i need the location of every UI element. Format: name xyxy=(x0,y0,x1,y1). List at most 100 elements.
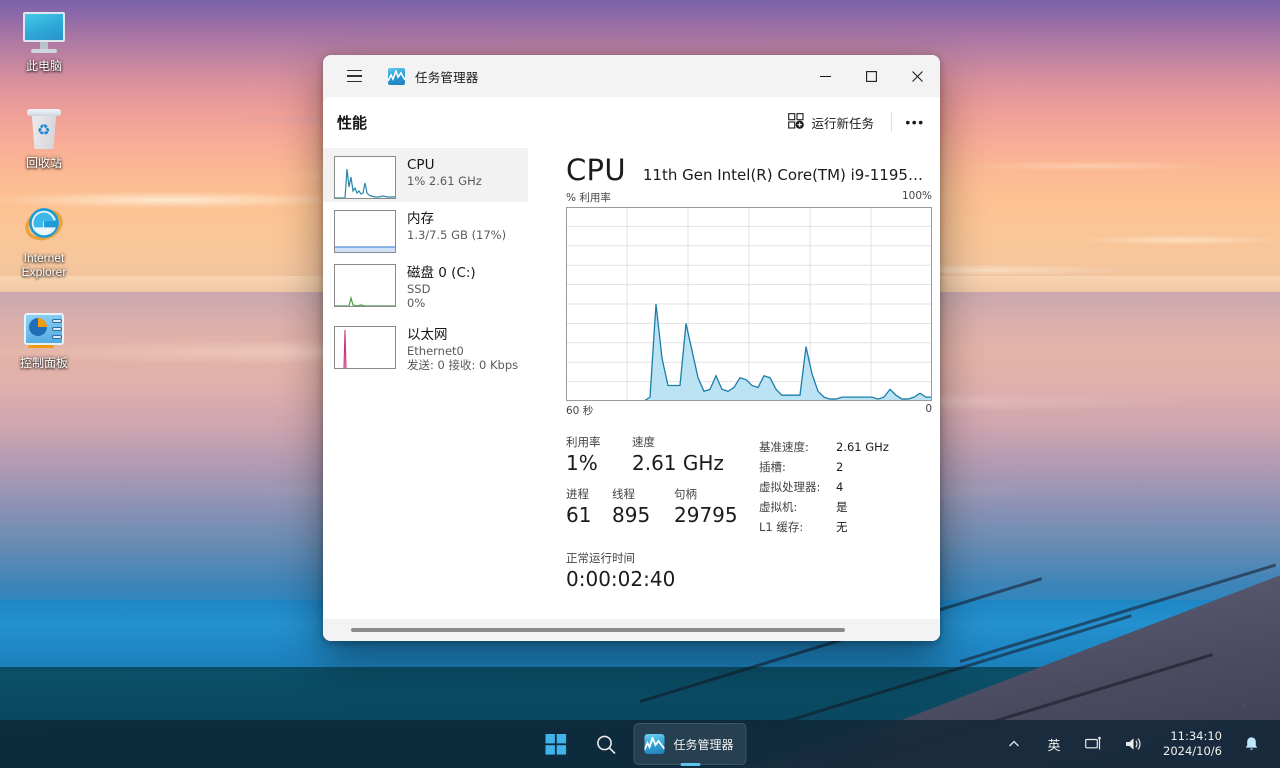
spec-virtual-processors: 虚拟处理器: 4 xyxy=(759,477,932,497)
control-panel-icon xyxy=(20,305,68,353)
desktop-icon-internet-explorer[interactable]: Internet Explorer xyxy=(0,200,88,279)
search-button[interactable] xyxy=(583,724,627,764)
statistics: 利用率 1% 速度 2.61 GHz 进程 61 线程 895 句柄 29795… xyxy=(538,418,940,537)
page-toolbar: 性能 运行新任务 ••• xyxy=(323,97,940,147)
memory-thumbnail xyxy=(334,210,396,253)
monitor-icon xyxy=(20,8,68,56)
system-tray[interactable]: 英 11:34:10 2024/10/6 xyxy=(995,720,1280,768)
volume-button[interactable] xyxy=(1115,724,1153,764)
cpu-thumbnail xyxy=(334,156,396,199)
toolbar-divider xyxy=(891,112,892,132)
task-manager-icon xyxy=(388,67,405,85)
tray-expand-button[interactable] xyxy=(995,724,1033,764)
resource-list[interactable]: CPU 1% 2.61 GHz 内存 1.3/7.5 GB (17%) 磁盘 0… xyxy=(323,147,528,619)
scrollbar-track[interactable] xyxy=(351,628,912,632)
resource-detail: 1.3/7.5 GB (17%) xyxy=(407,228,507,242)
chart-bottom-labels: 60 秒 0 xyxy=(538,401,940,418)
maximize-button[interactable] xyxy=(848,55,894,97)
task-manager-window[interactable]: 任务管理器 性能 运行新任务 ••• CPU 1% 2.61 GHz 内存 1.… xyxy=(323,55,940,641)
stat-value: 895 xyxy=(612,503,651,527)
resource-detail: 1% 2.61 GHz xyxy=(407,174,482,188)
run-new-task-button[interactable]: 运行新任务 xyxy=(779,107,883,137)
resource-name: 内存 xyxy=(407,211,434,227)
taskbar[interactable]: 任务管理器 英 11:34:10 2024/10/6 xyxy=(0,720,1280,768)
spec-value: 是 xyxy=(836,500,848,514)
spec-value: 2.61 GHz xyxy=(836,440,889,454)
window-titlebar[interactable]: 任务管理器 xyxy=(323,55,940,97)
horizontal-scrollbar[interactable] xyxy=(323,619,940,641)
resource-detail-2: 发送: 0 接收: 0 Kbps xyxy=(407,358,519,372)
resource-item-disk0[interactable]: 磁盘 0 (C:) SSD 0% xyxy=(323,256,528,318)
disk-thumbnail xyxy=(334,264,396,307)
taskbar-center: 任务管理器 xyxy=(533,720,747,768)
network-icon xyxy=(1085,736,1101,750)
spec-value: 2 xyxy=(836,460,844,474)
cpu-model: 11th Gen Intel(R) Core(TM) i9-11950H ... xyxy=(642,166,932,184)
taskbar-app-task-manager[interactable]: 任务管理器 xyxy=(633,723,747,766)
performance-detail: CPU 11th Gen Intel(R) Core(TM) i9-11950H… xyxy=(528,147,940,619)
resource-detail: Ethernet0 xyxy=(407,344,464,358)
window-controls[interactable] xyxy=(802,55,940,97)
spec-label: 基准速度: xyxy=(759,440,809,454)
stat-speed: 速度 2.61 GHz xyxy=(632,435,724,476)
start-button[interactable] xyxy=(533,724,577,764)
internet-explorer-icon xyxy=(20,200,68,248)
clock-date: 2024/10/6 xyxy=(1163,744,1222,758)
taskbar-app-label: 任务管理器 xyxy=(673,737,734,752)
spec-virtual-machine: 虚拟机: 是 xyxy=(759,497,932,517)
spec-label: L1 缓存: xyxy=(759,520,804,534)
desktop-icon-control-panel[interactable]: 控制面板 xyxy=(0,305,88,370)
new-task-icon xyxy=(788,112,805,132)
desktop-icon-label: 回收站 xyxy=(25,156,62,170)
uptime-block: 正常运行时间 0:00:02:40 xyxy=(538,537,940,592)
close-button[interactable] xyxy=(894,55,940,97)
network-button[interactable] xyxy=(1075,724,1113,764)
scrollbar-thumb[interactable] xyxy=(351,628,845,632)
spec-sockets: 插槽: 2 xyxy=(759,457,932,477)
clock-time: 11:34:10 xyxy=(1170,729,1222,743)
ethernet-thumbnail xyxy=(334,326,396,369)
stat-value: 61 xyxy=(566,503,592,527)
resource-name: CPU xyxy=(407,157,435,173)
stat-utilization: 利用率 1% xyxy=(566,435,632,476)
resource-item-memory[interactable]: 内存 1.3/7.5 GB (17%) xyxy=(323,202,528,256)
resource-item-cpu[interactable]: CPU 1% 2.61 GHz xyxy=(323,148,528,202)
stat-processes: 进程 61 xyxy=(566,487,612,528)
notification-button[interactable] xyxy=(1232,724,1270,764)
volume-icon xyxy=(1126,738,1141,750)
stat-label: 进程 xyxy=(566,487,589,501)
run-new-task-label: 运行新任务 xyxy=(811,115,874,131)
statistics-primary: 利用率 1% 速度 2.61 GHz 进程 61 线程 895 句柄 29795 xyxy=(566,435,759,537)
taskbar-active-indicator xyxy=(679,763,700,766)
bell-icon xyxy=(1245,737,1257,750)
resource-detail-2: 0% xyxy=(407,296,426,310)
more-options-button[interactable]: ••• xyxy=(900,107,930,137)
stat-label: 速度 xyxy=(632,435,655,449)
spec-value: 4 xyxy=(836,480,844,494)
window-title: 任务管理器 xyxy=(415,69,479,85)
chart-ylabel: % 利用率 xyxy=(566,192,611,204)
spec-value: 无 xyxy=(836,520,848,534)
stat-label: 句柄 xyxy=(674,487,697,501)
cpu-chart-svg xyxy=(566,207,932,401)
minimize-button[interactable] xyxy=(802,55,848,97)
hamburger-icon[interactable] xyxy=(337,61,371,91)
chart-top-labels: % 利用率 100% xyxy=(538,187,940,207)
search-icon xyxy=(596,735,616,754)
detail-header: CPU 11th Gen Intel(R) Core(TM) i9-11950H… xyxy=(538,147,940,187)
stat-row-1: 利用率 1% 速度 2.61 GHz xyxy=(566,435,759,476)
stat-label: 利用率 xyxy=(566,435,601,449)
statistics-specs: 基准速度: 2.61 GHz 插槽: 2 虚拟处理器: 4 虚拟机: 是 L1 … xyxy=(759,435,932,537)
ime-indicator[interactable]: 英 xyxy=(1035,724,1073,764)
stat-handles: 句柄 29795 xyxy=(674,487,738,528)
cpu-utilization-chart[interactable] xyxy=(566,207,932,401)
clock[interactable]: 11:34:10 2024/10/6 xyxy=(1155,724,1230,764)
desktop-icon-recycle-bin[interactable]: ♻ 回收站 xyxy=(0,105,88,170)
spec-label: 虚拟机: xyxy=(759,500,798,514)
stat-value: 1% xyxy=(566,451,598,475)
resource-item-ethernet[interactable]: 以太网 Ethernet0 发送: 0 接收: 0 Kbps xyxy=(323,318,528,380)
desktop-icon-this-pc[interactable]: 此电脑 xyxy=(0,8,88,73)
resource-detail: SSD xyxy=(407,282,431,296)
resource-name: 以太网 xyxy=(407,327,448,343)
task-manager-icon xyxy=(644,734,665,754)
